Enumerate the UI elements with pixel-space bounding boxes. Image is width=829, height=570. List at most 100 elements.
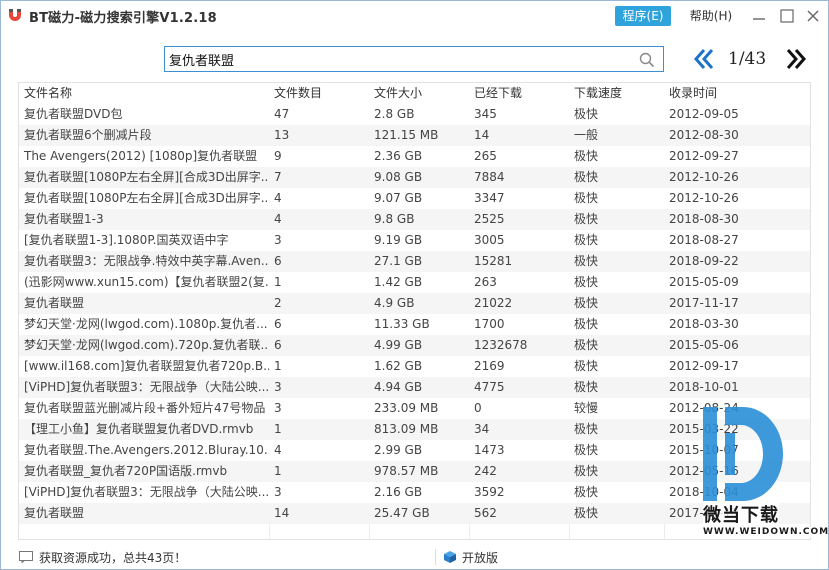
cell-file-name: 复仇者联盟蓝光删减片段+番外短片47号物品 [24, 401, 266, 415]
cell-download-speed: 极快 [574, 380, 599, 394]
cell-download-count: 21022 [474, 296, 513, 310]
table-row[interactable]: 复仇者联盟.The.Avengers.2012.Bluray.10... 4 2.9… [19, 440, 810, 461]
watermark-url: WWW.WEIDOWN.COM [703, 527, 829, 537]
cell-file-count: 1 [274, 422, 282, 436]
double-chevron-right-icon[interactable] [783, 46, 809, 72]
table-row[interactable]: 复仇者联盟6个删减片段 13 121.15 MB 14 一般 2012-08-30 [19, 125, 810, 146]
table-row[interactable]: 复仇者联盟[1080P左右全屏][合成3D出屏字... 7 9.08 GB 7884 极… [19, 167, 810, 188]
title-bar: BT磁力-磁力搜索引擎V1.2.18 程序(E) 帮助(H) [1, 1, 828, 31]
cell-file-count: 13 [274, 128, 290, 142]
cell-file-name: [ViPHD]复仇者联盟3：无限战争（大陆公映... [24, 485, 269, 499]
cell-download-count: 3005 [474, 233, 505, 247]
cell-added-date: 2015-05-06 [669, 338, 739, 352]
cell-file-size: 2.36 GB [374, 149, 423, 163]
table-row[interactable]: [复仇者联盟1-3].1080P.国英双语中字 3 9.19 GB 3005 极快 201… [19, 230, 810, 251]
search-box[interactable] [164, 46, 664, 72]
cell-download-speed: 较慢 [574, 401, 599, 415]
cell-file-size: 4.9 GB [374, 296, 415, 310]
cell-added-date: 2015-05-09 [669, 275, 739, 289]
close-icon[interactable] [803, 6, 823, 26]
minimize-icon[interactable] [749, 6, 769, 26]
cell-download-speed: 极快 [574, 212, 599, 226]
status-divider [435, 549, 436, 565]
table-row[interactable]: [www.il168.com]复仇者联盟复仇者720p.B... 1 1.62 GB… [19, 356, 810, 377]
search-input[interactable] [169, 50, 629, 68]
cell-file-count: 6 [274, 338, 282, 352]
open-source-label[interactable]: 开放版 [462, 549, 498, 566]
cell-added-date: 2012-09-17 [669, 359, 739, 373]
cell-file-name: 复仇者联盟 [24, 296, 85, 310]
header-file-count[interactable]: 文件数目 [269, 83, 369, 104]
cell-file-count: 3 [274, 401, 282, 415]
cell-download-speed: 极快 [574, 191, 599, 205]
cell-file-count: 7 [274, 170, 282, 184]
header-speed[interactable]: 下载速度 [569, 83, 664, 104]
cell-download-speed: 极快 [574, 254, 599, 268]
table-row[interactable]: 复仇者联盟1-3 4 9.8 GB 2525 极快 2018-08-30 [19, 209, 810, 230]
cell-download-speed: 一般 [574, 128, 599, 142]
table-row[interactable]: 复仇者联盟1425.47 GB562极快2017-11-13 [19, 503, 810, 524]
cell-added-date: 2012-10-26 [669, 191, 739, 205]
cell-download-count: 263 [474, 275, 497, 289]
table-row[interactable]: 复仇者联盟3：无限战争.特效中英字幕.Aven... 6 27.1 GB 15281 极… [19, 251, 810, 272]
status-bar: 获取资源成功，总共43页！ 开放版 [1, 545, 828, 569]
cell-download-count: 345 [474, 107, 497, 121]
cell-download-speed: 极快 [574, 275, 599, 289]
search-icon[interactable] [639, 52, 655, 68]
program-menu[interactable]: 程序(E) [615, 6, 671, 26]
cell-download-speed: 极快 [574, 107, 599, 121]
cell-file-count: 2 [274, 296, 282, 310]
cell-added-date: 2012-10-26 [669, 170, 739, 184]
message-icon [19, 551, 33, 563]
cell-download-count: 1473 [474, 443, 505, 457]
table-row[interactable]: 【理工小鱼】复仇者联盟复仇者DVD.rmvb1813.09 MB34极快2015… [19, 419, 810, 440]
app-window: BT磁力-磁力搜索引擎V1.2.18 程序(E) 帮助(H) 1/43 [0, 0, 829, 570]
table-row[interactable]: 复仇者联盟_复仇者720P国语版.rmvb1978.57 MB242极快2012… [19, 461, 810, 482]
help-menu[interactable]: 帮助(H) [685, 6, 737, 26]
table-row[interactable]: 梦幻天堂·龙网(lwgod.com).1080p.复仇者... 6 11.33 GB… [19, 314, 810, 335]
cell-download-count: 1232678 [474, 338, 528, 352]
table-row[interactable]: 复仇者联盟蓝光删减片段+番外短片47号物品3233.09 MB0较慢2012-0… [19, 398, 810, 419]
header-name[interactable]: 文件名称 [19, 83, 269, 104]
cell-added-date: 2012-09-27 [669, 149, 739, 163]
cell-download-speed: 极快 [574, 359, 599, 373]
table-row[interactable]: (迅影网www.xun15.com)【复仇者联盟2(复... 1 1.42 GB 26… [19, 272, 810, 293]
table-row[interactable]: [ViPHD]复仇者联盟3：无限战争（大陆公映... 3 2.16 GB 3592 极快… [19, 482, 810, 503]
cell-download-speed: 极快 [574, 317, 599, 331]
cell-download-speed: 极快 [574, 149, 599, 163]
header-downloads[interactable]: 已经下载 [469, 83, 569, 104]
table-row[interactable]: 复仇者联盟DVD包 47 2.8 GB 345 极快 2012-09-05 [19, 104, 810, 125]
table-row[interactable]: 复仇者联盟 2 4.9 GB 21022 极快 2017-11-17 [19, 293, 810, 314]
watermark-brand: 微当下载 [703, 501, 779, 527]
cell-file-name: 复仇者联盟[1080P左右全屏][合成3D出屏字... [24, 170, 269, 184]
maximize-icon[interactable] [777, 6, 797, 26]
cell-file-size: 9.07 GB [374, 191, 423, 205]
cell-file-size: 1.42 GB [374, 275, 423, 289]
table-row[interactable]: The Avengers(2012) [1080p]复仇者联盟 9 2.36 GB 2… [19, 146, 810, 167]
cell-download-count: 242 [474, 464, 497, 478]
cell-file-size: 9.08 GB [374, 170, 423, 184]
table-row[interactable]: [ViPHD]复仇者联盟3：无限战争（大陆公映... 3 4.94 GB 4775 极快… [19, 377, 810, 398]
header-file-size[interactable]: 文件大小 [369, 83, 469, 104]
cell-file-size: 27.1 GB [374, 254, 423, 268]
magnet-icon [9, 9, 21, 21]
cell-file-name: 复仇者联盟1-3 [24, 212, 104, 226]
cell-file-size: 4.94 GB [374, 380, 423, 394]
cell-file-name: [ViPHD]复仇者联盟3：无限战争（大陆公映... [24, 380, 269, 394]
cell-file-size: 1.62 GB [374, 359, 423, 373]
double-chevron-left-icon[interactable] [691, 46, 717, 72]
header-date[interactable]: 收录时间 [664, 83, 810, 104]
cell-file-count: 1 [274, 359, 282, 373]
cell-file-size: 2.99 GB [374, 443, 423, 457]
table-row[interactable]: 复仇者联盟[1080P左右全屏][合成3D出屏字... 4 9.07 GB 3347 极… [19, 188, 810, 209]
cell-added-date: 2012-08-30 [669, 128, 739, 142]
cell-file-count: 3 [274, 485, 282, 499]
cell-download-count: 2525 [474, 212, 505, 226]
cell-added-date: 2018-09-22 [669, 254, 739, 268]
cell-file-name: 【理工小鱼】复仇者联盟复仇者DVD.rmvb [24, 422, 254, 436]
weidown-logo-icon [703, 407, 783, 501]
cell-download-count: 7884 [474, 170, 505, 184]
cube-icon [444, 551, 456, 563]
table-row[interactable]: 梦幻天堂·龙网(lwgod.com).720p.复仇者联... 6 4.99 GB 1… [19, 335, 810, 356]
cell-file-size: 233.09 MB [374, 401, 439, 415]
